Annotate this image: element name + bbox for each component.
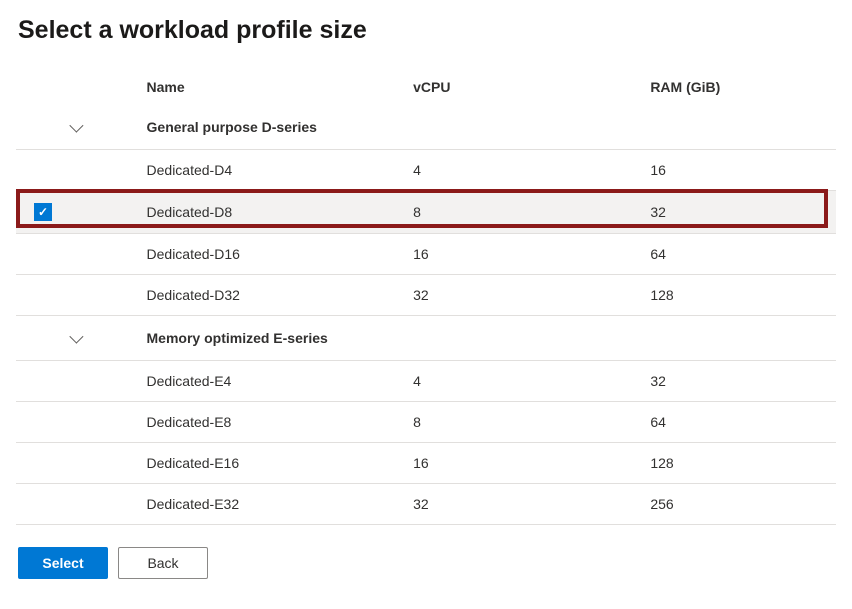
row-name: Dedicated-E8 — [99, 402, 414, 443]
table-row[interactable]: Dedicated-E8864 — [16, 402, 836, 443]
chevron-down-icon — [70, 119, 84, 133]
row-name: Dedicated-D8 — [99, 191, 414, 234]
table-row[interactable]: Dedicated-D161664 — [16, 234, 836, 275]
row-vcpu: 4 — [413, 361, 650, 402]
row-ram: 32 — [650, 361, 836, 402]
profile-table: Name vCPU RAM (GiB) General purpose D-se… — [16, 69, 836, 525]
table-header-row: Name vCPU RAM (GiB) — [16, 69, 836, 105]
row-name: Dedicated-D32 — [99, 275, 414, 316]
row-ram: 32 — [650, 191, 836, 234]
row-vcpu: 8 — [413, 402, 650, 443]
group-row[interactable]: Memory optimized E-series — [16, 316, 836, 361]
button-row: Select Back — [16, 547, 836, 579]
row-ram: 64 — [650, 234, 836, 275]
table-row[interactable]: Dedicated-E4432 — [16, 361, 836, 402]
column-header-name[interactable]: Name — [99, 69, 414, 105]
row-vcpu: 32 — [413, 275, 650, 316]
column-header-vcpu[interactable]: vCPU — [413, 69, 650, 105]
table-row[interactable]: ✓ Dedicated-D8832 — [16, 191, 836, 234]
row-ram: 256 — [650, 484, 836, 525]
group-label: Memory optimized E-series — [99, 316, 836, 361]
row-vcpu: 8 — [413, 191, 650, 234]
group-label: General purpose D-series — [99, 105, 836, 150]
checkbox-checked-icon[interactable]: ✓ — [34, 203, 52, 221]
row-vcpu: 32 — [413, 484, 650, 525]
row-ram: 64 — [650, 402, 836, 443]
row-vcpu: 4 — [413, 150, 650, 191]
row-vcpu: 16 — [413, 234, 650, 275]
row-name: Dedicated-E16 — [99, 443, 414, 484]
group-row[interactable]: General purpose D-series — [16, 105, 836, 150]
column-header-ram[interactable]: RAM (GiB) — [650, 69, 836, 105]
row-name: Dedicated-E32 — [99, 484, 414, 525]
page-title: Select a workload profile size — [16, 16, 836, 45]
row-ram: 128 — [650, 275, 836, 316]
row-name: Dedicated-D16 — [99, 234, 414, 275]
table-row[interactable]: Dedicated-D3232128 — [16, 275, 836, 316]
table-row[interactable]: Dedicated-E3232256 — [16, 484, 836, 525]
back-button[interactable]: Back — [118, 547, 208, 579]
row-name: Dedicated-E4 — [99, 361, 414, 402]
table-row[interactable]: Dedicated-D4416 — [16, 150, 836, 191]
row-name: Dedicated-D4 — [99, 150, 414, 191]
table-row[interactable]: Dedicated-E1616128 — [16, 443, 836, 484]
select-button[interactable]: Select — [18, 547, 108, 579]
chevron-down-icon — [70, 330, 84, 344]
row-ram: 16 — [650, 150, 836, 191]
row-ram: 128 — [650, 443, 836, 484]
row-vcpu: 16 — [413, 443, 650, 484]
